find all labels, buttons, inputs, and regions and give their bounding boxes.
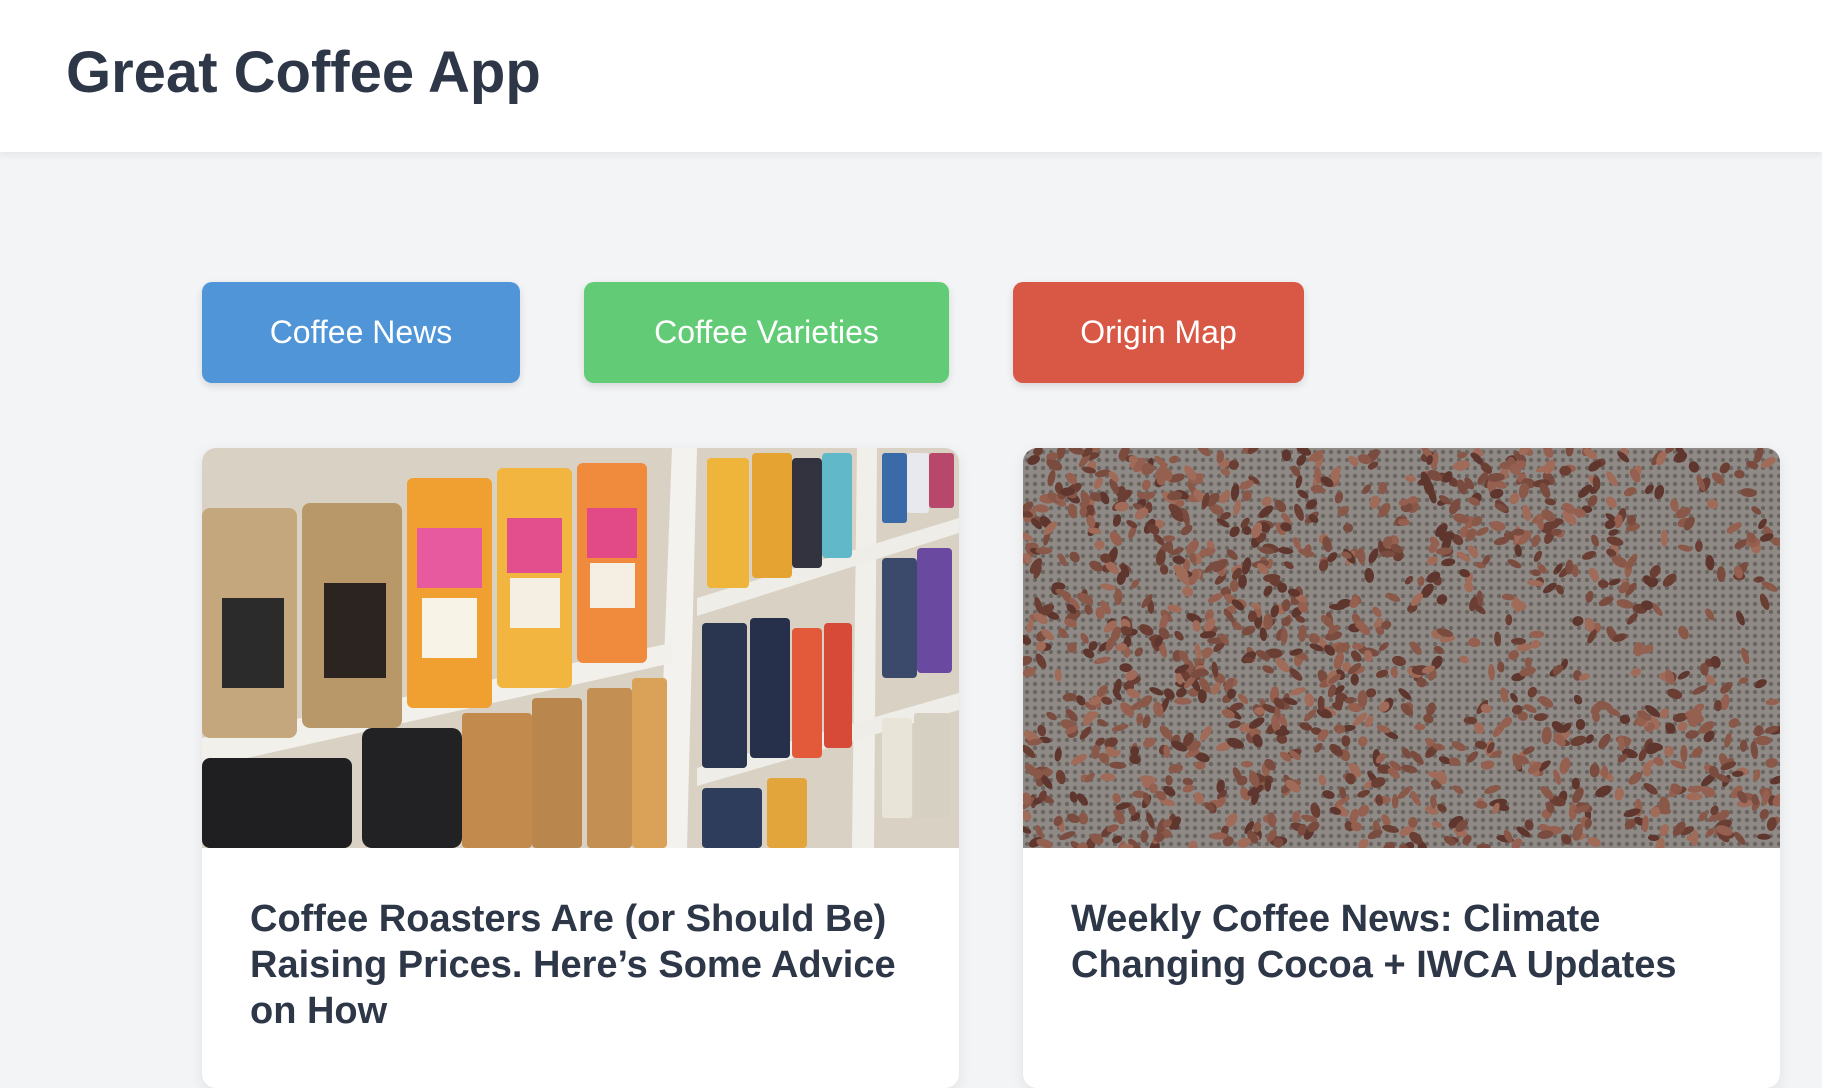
cocoa-beans-image[interactable] <box>1023 448 1780 848</box>
article-card[interactable]: Coffee Roasters Are (or Should Be) Raisi… <box>202 448 959 1088</box>
origin-map-button[interactable]: Origin Map <box>1013 282 1304 383</box>
coffee-news-button[interactable]: Coffee News <box>202 282 520 383</box>
app-title: Great Coffee App <box>66 40 541 105</box>
coffee-varieties-button[interactable]: Coffee Varieties <box>584 282 949 383</box>
app-header: Great Coffee App <box>0 0 1822 152</box>
article-title[interactable]: Coffee Roasters Are (or Should Be) Raisi… <box>250 896 920 1034</box>
coffee-bags-shelf-image[interactable] <box>202 448 959 848</box>
article-title[interactable]: Weekly Coffee News: Climate Changing Coc… <box>1071 896 1741 988</box>
article-card[interactable]: Weekly Coffee News: Climate Changing Coc… <box>1023 448 1780 1088</box>
